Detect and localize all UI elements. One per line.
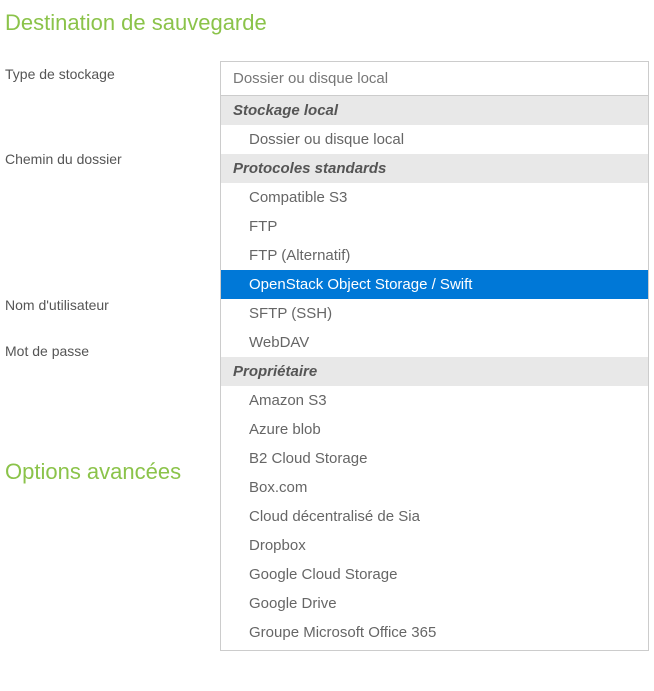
- storage-type-label: Type de stockage: [5, 61, 220, 96]
- dropdown-item[interactable]: Google Drive: [221, 589, 648, 618]
- dropdown-item[interactable]: Box.com: [221, 473, 648, 502]
- dropdown-item[interactable]: Cloud décentralisé de Sia: [221, 502, 648, 531]
- dropdown-group-header: Stockage local: [221, 96, 648, 125]
- dropdown-item[interactable]: Dossier ou disque local: [221, 125, 648, 154]
- dropdown-item[interactable]: Amazon S3: [221, 386, 648, 415]
- dropdown-item[interactable]: Azure blob: [221, 415, 648, 444]
- dropdown-item[interactable]: Google Cloud Storage: [221, 560, 648, 589]
- dropdown-item[interactable]: B2 Cloud Storage: [221, 444, 648, 473]
- dropdown-item[interactable]: SFTP (SSH): [221, 299, 648, 328]
- dropdown-item[interactable]: OpenStack Object Storage / Swift: [221, 270, 648, 299]
- username-label: Nom d'utilisateur: [5, 292, 220, 313]
- dropdown-item[interactable]: Compatible S3: [221, 183, 648, 212]
- dropdown-group-header: Protocoles standards: [221, 154, 648, 183]
- dropdown-item[interactable]: Dropbox: [221, 531, 648, 560]
- destination-title: Destination de sauvegarde: [5, 10, 649, 36]
- dropdown-group-header: Propriétaire: [221, 357, 648, 386]
- storage-type-input[interactable]: [220, 61, 649, 96]
- dropdown-item[interactable]: HubiC: [221, 647, 648, 651]
- dropdown-item[interactable]: Groupe Microsoft Office 365: [221, 618, 648, 647]
- dropdown-item[interactable]: FTP: [221, 212, 648, 241]
- folder-path-label: Chemin du dossier: [5, 146, 220, 167]
- storage-type-dropdown[interactable]: Stockage localDossier ou disque localPro…: [220, 96, 649, 651]
- password-label: Mot de passe: [5, 338, 220, 359]
- dropdown-item[interactable]: FTP (Alternatif): [221, 241, 648, 270]
- dropdown-item[interactable]: WebDAV: [221, 328, 648, 357]
